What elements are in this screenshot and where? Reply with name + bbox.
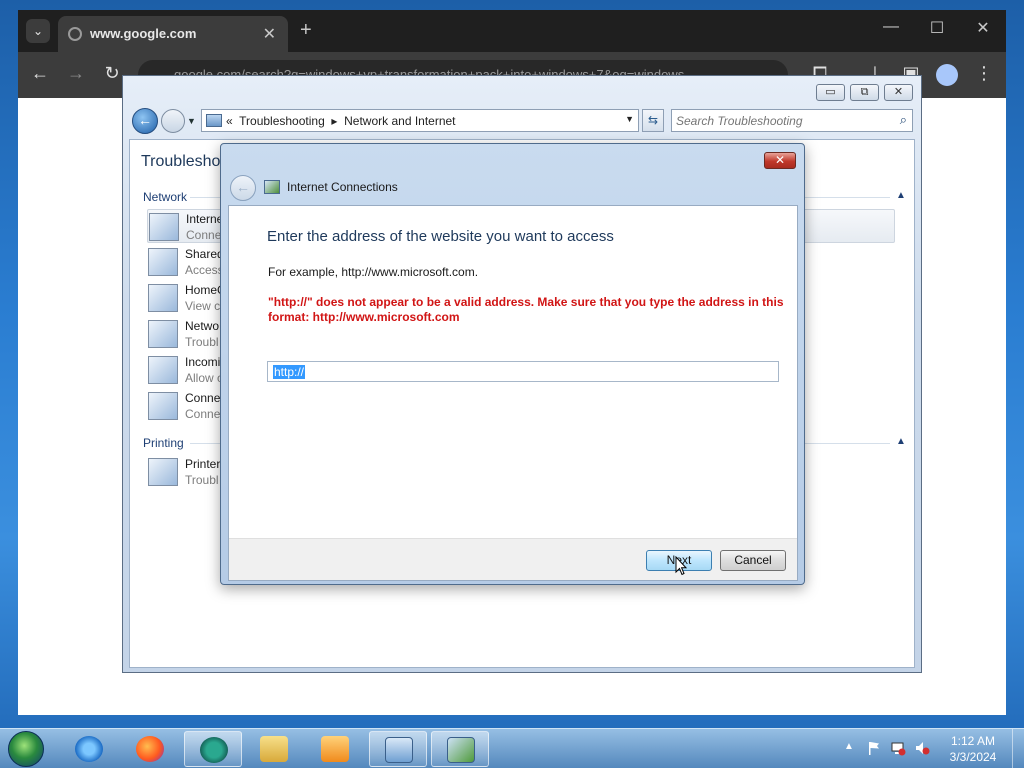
internet-connections-dialog: ✕ ← Internet Connections Enter the addre…	[220, 143, 805, 585]
item-name: Interne	[186, 212, 224, 226]
chrome-tab-bar: ⌄ www.google.com ✕ + — ☐ ✕	[18, 10, 1006, 52]
item-desc: Access	[185, 263, 224, 277]
action-center-flag-icon[interactable]	[866, 740, 882, 756]
item-desc: View c	[185, 299, 221, 313]
error-message: "http://" does not appear to be a valid …	[268, 295, 784, 324]
item-name: Conne	[185, 391, 221, 405]
cp-minimize-button[interactable]: ▭	[816, 84, 845, 101]
recent-pages-dropdown-icon[interactable]: ▼	[187, 116, 196, 126]
group-network-title: Network	[143, 190, 188, 204]
internet-connections-icon	[264, 180, 280, 194]
collapse-printing-icon[interactable]: ▲	[896, 436, 906, 447]
taskbar-internet-explorer[interactable]	[60, 731, 118, 767]
windows-explorer-icon	[260, 736, 288, 762]
tab-title: www.google.com	[90, 26, 197, 41]
media-player-icon	[321, 736, 349, 762]
internet-connections-icon	[149, 213, 179, 241]
clock-date[interactable]: 3/3/2024	[944, 750, 1002, 764]
page-title: Troubleshoo	[141, 153, 230, 170]
reload-icon[interactable]: ↻	[100, 63, 124, 84]
item-desc: Conne	[185, 407, 221, 421]
refresh-icon[interactable]: ⇆	[642, 109, 664, 132]
cp-restore-button[interactable]: ⧉	[850, 84, 879, 101]
address-input-value: http://	[273, 365, 306, 379]
cp-close-button[interactable]: ✕	[884, 84, 913, 101]
globe-icon	[68, 27, 82, 41]
address-bar[interactable]: « Troubleshooting ▸ Network and Internet…	[201, 109, 639, 132]
item-desc: Troubl	[185, 473, 219, 487]
item-desc: Conne	[186, 228, 222, 242]
internet-explorer-icon	[75, 736, 103, 762]
chat-app-icon	[200, 737, 228, 763]
dialog-heading: Enter the address of the website you wan…	[267, 228, 614, 245]
breadcrumb-troubleshooting[interactable]: Troubleshooting	[239, 114, 325, 128]
breadcrumb-network-and-internet[interactable]: Network and Internet	[344, 114, 455, 128]
collapse-network-icon[interactable]: ▲	[896, 190, 906, 201]
item-name: Incomi	[185, 355, 221, 369]
mouse-pointer-icon	[675, 556, 687, 576]
item-name: Netwo	[185, 319, 220, 333]
example-text: For example, http://www.microsoft.com.	[268, 265, 479, 279]
back-icon[interactable]: ←	[28, 63, 52, 84]
network-adapter-icon	[148, 320, 178, 348]
tab-search-icon[interactable]: ⌄	[26, 19, 50, 43]
firefox-icon	[136, 736, 164, 762]
website-address-input[interactable]: http://	[267, 361, 779, 382]
address-dropdown-icon[interactable]: ▼	[625, 114, 634, 124]
cancel-button[interactable]: Cancel	[720, 550, 786, 571]
taskbar-firefox[interactable]	[121, 731, 179, 767]
search-input[interactable]	[676, 113, 886, 129]
dialog-close-button[interactable]: ✕	[764, 152, 796, 169]
incoming-connections-icon	[148, 356, 178, 384]
breadcrumb: « Troubleshooting ▸ Network and Internet	[226, 114, 456, 128]
troubleshooter-icon	[447, 737, 475, 763]
new-tab-icon[interactable]: +	[300, 19, 312, 42]
homegroup-icon	[148, 284, 178, 312]
taskbar-chat-app[interactable]	[184, 731, 242, 767]
clock-time[interactable]: 1:12 AM	[944, 734, 1002, 748]
close-icon[interactable]: ✕	[968, 18, 998, 38]
volume-muted-icon[interactable]	[914, 740, 930, 756]
item-desc: Troubl	[185, 335, 219, 349]
minimize-icon[interactable]: —	[876, 18, 906, 36]
group-printing-title: Printing	[143, 436, 184, 450]
dialog-body: Enter the address of the website you wan…	[228, 205, 798, 581]
item-name: Printer	[185, 457, 221, 471]
item-name: Shared	[185, 247, 224, 261]
dialog-footer: Next Cancel	[229, 538, 797, 580]
taskbar: ▲ 1:12 AM 3/3/2024	[0, 728, 1024, 768]
taskbar-troubleshooter[interactable]	[431, 731, 489, 767]
dialog-title: Internet Connections	[287, 180, 398, 194]
forward-icon[interactable]: →	[64, 63, 88, 84]
browser-tab[interactable]: www.google.com ✕	[58, 16, 288, 52]
printer-icon	[148, 458, 178, 486]
shared-folders-icon	[148, 248, 178, 276]
taskbar-windows-explorer[interactable]	[245, 731, 303, 767]
profile-avatar-icon[interactable]	[936, 64, 958, 86]
maximize-icon[interactable]: ☐	[922, 18, 952, 38]
show-desktop-button[interactable]	[1012, 729, 1024, 768]
show-hidden-icons-icon[interactable]: ▲	[844, 741, 854, 752]
back-button[interactable]: ←	[132, 108, 158, 134]
dialog-back-button[interactable]: ←	[230, 175, 256, 201]
taskbar-control-panel[interactable]	[369, 731, 427, 767]
connection-workplace-icon	[148, 392, 178, 420]
tab-close-icon[interactable]: ✕	[263, 24, 276, 44]
control-panel-icon	[385, 737, 413, 763]
start-button-icon[interactable]	[8, 731, 44, 767]
menu-icon[interactable]: ⋮	[972, 63, 996, 84]
network-status-icon[interactable]	[890, 740, 906, 756]
breadcrumb-overflow[interactable]: «	[226, 114, 233, 128]
taskbar-media-player[interactable]	[306, 731, 364, 767]
search-icon[interactable]: ⌕	[900, 112, 907, 128]
forward-button[interactable]	[161, 109, 185, 133]
control-panel-icon	[206, 114, 222, 127]
search-box[interactable]: ⌕	[671, 109, 913, 132]
item-desc: Allow c	[185, 371, 224, 385]
